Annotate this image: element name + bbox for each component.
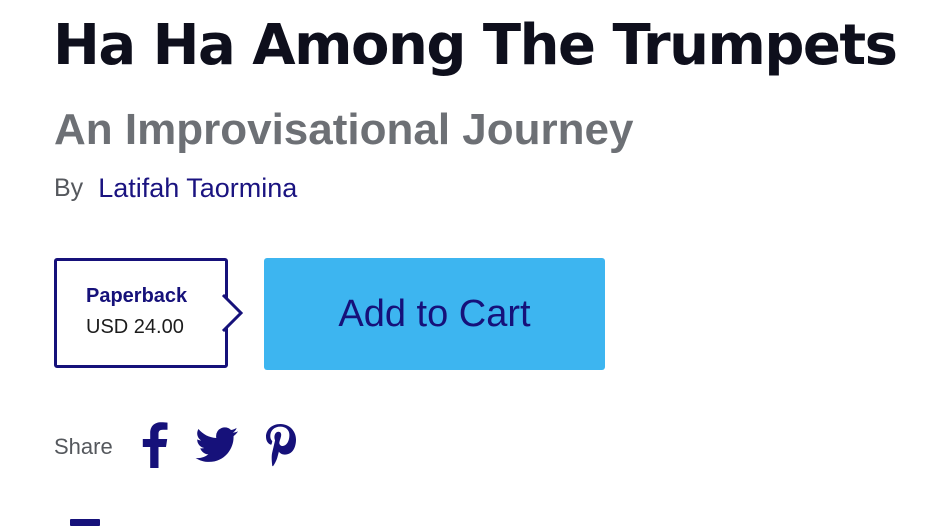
- book-title: Ha Ha Among The Trumpets: [53, 13, 898, 78]
- book-subtitle: An Improvisational Journey: [54, 105, 634, 154]
- add-to-cart-button[interactable]: Add to Cart: [264, 258, 605, 370]
- share-label: Share: [54, 434, 113, 459]
- facebook-icon[interactable]: [139, 421, 169, 473]
- by-label: By: [54, 173, 84, 202]
- twitter-icon[interactable]: [195, 426, 239, 468]
- format-option-paperback[interactable]: Paperback USD 24.00: [54, 258, 228, 368]
- author-link[interactable]: Latifah Taormina: [98, 173, 297, 204]
- pinterest-icon[interactable]: [263, 422, 297, 473]
- format-price: USD 24.00: [86, 316, 184, 338]
- next-section-icon: [70, 519, 100, 526]
- share-bar: Share: [54, 420, 297, 474]
- selected-format-pointer-icon: [220, 294, 244, 332]
- byline: By Latifah Taormina: [54, 170, 297, 206]
- format-name: Paperback: [86, 285, 188, 307]
